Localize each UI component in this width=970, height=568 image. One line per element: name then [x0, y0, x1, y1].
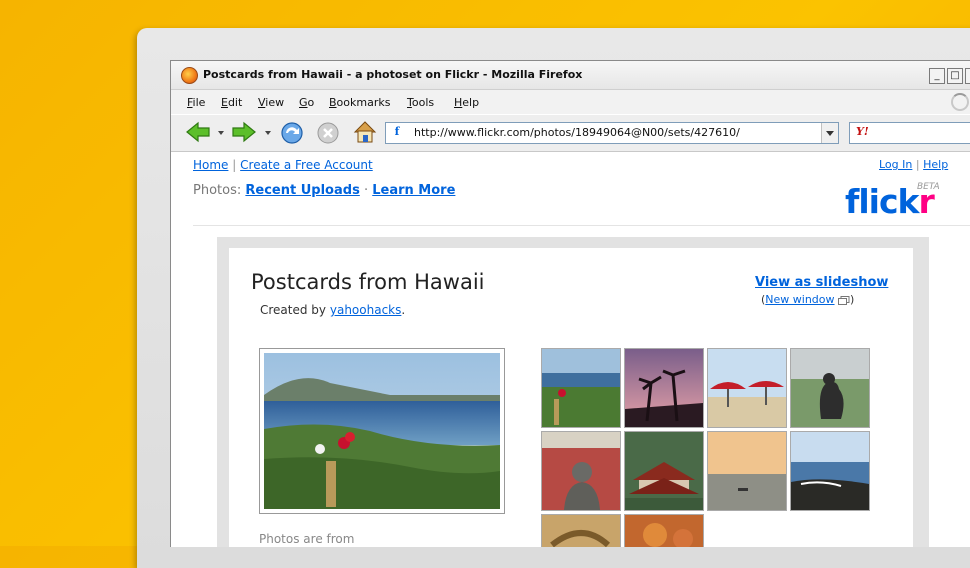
menu-help[interactable]: Help	[454, 96, 479, 109]
forward-history-dropdown[interactable]	[265, 131, 271, 135]
photos-bar-dot: ·	[363, 183, 369, 198]
learn-more-link[interactable]: Learn More	[372, 183, 455, 198]
photo-thumbnail[interactable]	[624, 514, 704, 547]
home-icon[interactable]	[352, 119, 378, 145]
nav-separator: |	[232, 158, 237, 172]
new-window-link[interactable]: New window	[765, 293, 834, 306]
throbber-icon	[951, 93, 969, 111]
reload-icon[interactable]	[279, 120, 305, 146]
home-link[interactable]: Home	[193, 158, 228, 172]
search-bar[interactable]: Y!	[849, 122, 970, 144]
create-account-link[interactable]: Create a Free Account	[240, 158, 373, 172]
menu-bookmarks[interactable]: Bookmarks	[329, 96, 390, 109]
menu-file[interactable]: File	[187, 96, 205, 109]
thumbnail-image	[542, 515, 620, 547]
page-content: Home | Create a Free Account Log In | He…	[171, 152, 970, 547]
user-links-separator: |	[915, 158, 920, 171]
flickr-logo-blue: flick	[845, 182, 919, 221]
url-text[interactable]: http://www.flickr.com/photos/18949064@N0…	[414, 126, 740, 139]
flickr-favicon: f	[394, 125, 400, 138]
new-window-close-paren: )	[850, 293, 855, 306]
photos-caption: Photos are from	[259, 532, 355, 546]
photo-thumbnail[interactable]	[541, 514, 621, 547]
primary-photo[interactable]	[259, 348, 505, 514]
maximize-button[interactable]: □	[947, 68, 963, 84]
login-link[interactable]: Log In	[879, 158, 912, 171]
photo-thumbnail[interactable]	[790, 431, 870, 511]
created-by-period: .	[401, 303, 406, 317]
back-arrow-icon[interactable]	[185, 121, 211, 143]
thumbnail-image	[708, 349, 786, 427]
menu-edit[interactable]: Edit	[221, 96, 242, 109]
new-window-row: (New window )	[761, 293, 854, 306]
photos-bar: Photos: Recent Uploads · Learn More	[193, 183, 455, 198]
photo-thumbnail[interactable]	[541, 431, 621, 511]
created-by: Created by yahoohacks.	[260, 303, 405, 317]
photo-thumbnail[interactable]	[790, 348, 870, 428]
menu-tools[interactable]: Tools	[407, 96, 434, 109]
thumbnail-image	[625, 432, 703, 510]
thumbnail-image	[625, 349, 703, 427]
url-dropdown-button[interactable]	[821, 123, 838, 143]
user-links: Log In | Help	[879, 158, 948, 171]
photo-thumbnail[interactable]	[624, 431, 704, 511]
thumbnail-image	[542, 432, 620, 510]
title-bar: Postcards from Hawaii - a photoset on Fl…	[171, 61, 970, 90]
browser-window: Postcards from Hawaii - a photoset on Fl…	[170, 60, 970, 547]
created-by-label: Created by	[260, 303, 327, 317]
stop-icon[interactable]	[316, 121, 340, 145]
photo-thumbnail[interactable]	[707, 348, 787, 428]
thumbnail-image	[625, 515, 703, 547]
forward-arrow-icon[interactable]	[231, 121, 257, 143]
new-window-icon	[838, 295, 850, 305]
set-title: Postcards from Hawaii	[251, 270, 485, 294]
close-button[interactable]: X	[965, 68, 970, 84]
menu-go[interactable]: Go	[299, 96, 314, 109]
menu-bar: File Edit View Go Bookmarks Tools Help	[171, 90, 970, 114]
help-link[interactable]: Help	[923, 158, 948, 171]
view-slideshow-link[interactable]: View as slideshow	[755, 275, 888, 290]
recent-uploads-link[interactable]: Recent Uploads	[245, 183, 359, 198]
thumbnail-image	[708, 432, 786, 510]
yahoo-search-logo[interactable]: Y!	[856, 125, 869, 138]
beta-badge: BETA	[917, 182, 940, 192]
thumbnail-image	[791, 432, 869, 510]
photos-label: Photos:	[193, 183, 242, 198]
back-history-dropdown[interactable]	[218, 131, 224, 135]
header-divider	[193, 225, 970, 226]
author-link[interactable]: yahoohacks	[330, 303, 402, 317]
thumbnail-image	[791, 349, 869, 427]
photo-thumbnail[interactable]	[624, 348, 704, 428]
thumbnail-image	[542, 349, 620, 427]
primary-photo-image	[264, 353, 500, 509]
photo-thumbnail[interactable]	[707, 431, 787, 511]
minimize-button[interactable]: _	[929, 68, 945, 84]
top-nav-links: Home | Create a Free Account	[193, 158, 373, 172]
firefox-icon	[181, 67, 198, 84]
menu-view[interactable]: View	[258, 96, 284, 109]
address-bar[interactable]: f http://www.flickr.com/photos/18949064@…	[385, 122, 839, 144]
navigation-toolbar: f http://www.flickr.com/photos/18949064@…	[171, 115, 970, 152]
photo-thumbnail[interactable]	[541, 348, 621, 428]
window-title: Postcards from Hawaii - a photoset on Fl…	[203, 68, 583, 81]
